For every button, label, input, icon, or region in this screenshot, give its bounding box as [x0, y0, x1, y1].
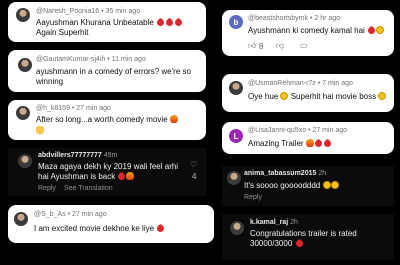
see-translation-link[interactable]: See Translation: [64, 185, 113, 192]
comment-card: @h_k8159 • 27 min ago After so long...a …: [8, 100, 206, 140]
comment-card: @GautamKumar-sj4ih • 11 min ago ayushman…: [8, 50, 206, 92]
comment-text: I am excited movie dekhne ke liye: [34, 223, 166, 234]
avatar[interactable]: [230, 221, 244, 235]
comment-username[interactable]: k.kamal_raj 2h: [250, 219, 298, 226]
avatar[interactable]: [229, 81, 243, 95]
heart-emoji-icon: [155, 223, 166, 234]
comment-username[interactable]: anima_tabassum2015 2h: [244, 170, 326, 177]
comment-card: anima_tabassum2015 2h It's soooo goooodd…: [222, 166, 394, 206]
avatar[interactable]: [14, 212, 28, 226]
thumbs-down-icon[interactable]: 👎︎: [276, 41, 284, 51]
heart-emoji-icon: [164, 17, 175, 28]
comment-username[interactable]: @LisaJanni-qu5xo • 27 min ago: [248, 127, 347, 134]
laughing-emoji-icon: [330, 181, 339, 189]
avatar[interactable]: [18, 58, 32, 72]
like-count: 4: [192, 172, 197, 181]
comment-text: It's soooo goooodddd: [244, 181, 339, 191]
comment-text: Maza agaya dekh ky 2019 wali feel arhi: [38, 162, 179, 171]
heart-emoji-icon: [313, 138, 324, 149]
comment-text: Congratulations trailer is rated: [250, 229, 357, 238]
comment-card: L @LisaJanni-qu5xo • 27 min ago Amazing …: [222, 122, 394, 154]
comment-username[interactable]: @h_k8159 • 27 min ago: [36, 105, 111, 112]
comment-text: After so long...a worth comedy movie: [36, 115, 178, 125]
avatar[interactable]: [227, 171, 241, 185]
heart-emoji-icon: [173, 17, 184, 28]
laughing-emoji-icon: [376, 26, 385, 34]
heart-outline-icon[interactable]: ♡: [190, 160, 197, 169]
comment-username[interactable]: @GautamKumar-sj4ih • 11 min ago: [36, 56, 146, 63]
comment-text: Amazing Trailer: [248, 138, 333, 149]
reply-button[interactable]: Reply: [38, 185, 56, 192]
comment-text: Again Superhit: [36, 28, 89, 37]
reply-icon[interactable]: ▭: [300, 41, 308, 50]
comment-card: @S_b_As • 27 min ago I am excited movie …: [8, 205, 214, 243]
comment-text: hai Ayushman is back: [38, 171, 135, 182]
comment-text: 30000/3000: [250, 238, 304, 249]
heart-emoji-icon: [366, 25, 377, 36]
laughing-emoji-icon: [280, 92, 289, 100]
heart-emoji-icon: [294, 238, 304, 249]
comment-card: @UsmanRehman-r7z • 7 min ago Oye hue Sup…: [222, 74, 394, 112]
comment-username[interactable]: @beastshortsbymk • 2 hr ago: [248, 15, 340, 22]
comment-text: ayushmann in a comedy of errors? we're s…: [36, 67, 191, 76]
avatar[interactable]: [18, 154, 32, 168]
like-count: 8: [259, 42, 264, 51]
comment-text: Oye hue Superhit hai movie boss: [248, 92, 387, 102]
comment-text: winning: [36, 77, 64, 86]
comment-username[interactable]: @Naresh_Poonia16 • 35 min ago: [36, 8, 140, 15]
comment-text: [36, 126, 44, 136]
fire-emoji-icon: [126, 172, 135, 180]
comment-text: Aayushman Khurana Unbeatable: [36, 17, 184, 28]
fire-emoji-icon: [305, 139, 314, 147]
heart-emoji-icon: [117, 171, 127, 182]
comment-username[interactable]: @UsmanRehman-r7z • 7 min ago: [248, 80, 353, 87]
comment-username[interactable]: abdvillers77777777 49m: [38, 152, 117, 159]
reply-button[interactable]: Reply: [244, 194, 262, 201]
thumbs-up-icon[interactable]: 👍︎: [248, 41, 256, 51]
heart-emoji-icon: [155, 17, 166, 28]
laughing-emoji-icon: [322, 181, 331, 189]
avatar[interactable]: b: [229, 15, 243, 29]
comment-card: b @beastshortsbymk • 2 hr ago Ayushmann …: [222, 10, 394, 56]
clap-emoji-icon: [36, 126, 44, 134]
comment-card: @Naresh_Poonia16 • 35 min ago Aayushman …: [8, 2, 206, 42]
avatar[interactable]: L: [229, 129, 243, 143]
comment-text: Ayushmann ki comedy kamal hai: [248, 25, 385, 36]
laughing-emoji-icon: [378, 92, 387, 100]
comment-username[interactable]: @S_b_As • 27 min ago: [34, 211, 107, 218]
heart-emoji-icon: [322, 138, 333, 149]
fire-emoji-icon: [169, 115, 178, 123]
avatar[interactable]: [16, 8, 30, 22]
avatar[interactable]: [16, 106, 30, 120]
comment-card: k.kamal_raj 2h Congratulations trailer i…: [222, 214, 394, 260]
comment-card: abdvillers77777777 49m Maza agaya dekh k…: [8, 148, 206, 196]
